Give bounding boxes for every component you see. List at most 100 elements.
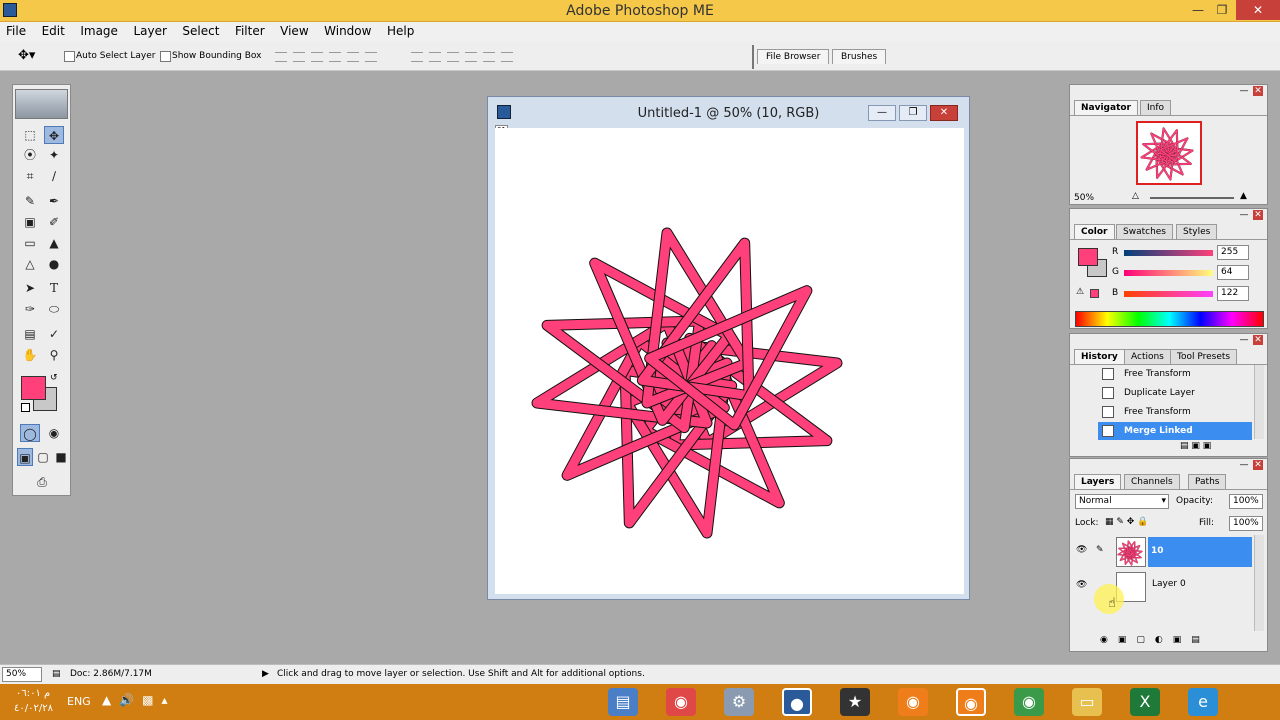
menu-select[interactable]: Select xyxy=(176,22,225,41)
doc-size-icon[interactable]: ▤ xyxy=(52,669,61,679)
foreground-color-swatch[interactable] xyxy=(21,376,46,400)
marquee-tool-icon[interactable]: ⬚ xyxy=(20,126,40,144)
history-item-selected[interactable]: Merge Linked xyxy=(1098,422,1252,440)
tab-styles[interactable]: Styles xyxy=(1176,224,1218,239)
menu-edit[interactable]: Edit xyxy=(36,22,71,41)
g-value[interactable]: 64 xyxy=(1217,265,1249,280)
hand-tool-icon[interactable]: ✋ xyxy=(20,346,40,364)
tab-color[interactable]: Color xyxy=(1074,224,1115,239)
default-colors-icon[interactable] xyxy=(21,403,30,412)
history-item[interactable]: Free Transform xyxy=(1072,365,1252,383)
zoom-tool-icon[interactable]: ⚲ xyxy=(44,346,64,364)
dodge-tool-icon[interactable]: ● xyxy=(44,255,64,273)
eye-icon[interactable]: 👁 xyxy=(1076,580,1087,590)
menu-help[interactable]: Help xyxy=(381,22,420,41)
chrome-icon[interactable]: ◉ xyxy=(1014,688,1044,716)
warning-icon[interactable]: ⚠ xyxy=(1076,287,1084,297)
tab-channels[interactable]: Channels xyxy=(1124,474,1180,489)
language-indicator[interactable]: ENG xyxy=(67,695,91,708)
move-tool-icon[interactable]: ✥ xyxy=(44,126,64,144)
color-fg-swatch[interactable] xyxy=(1078,248,1098,266)
doc-minimize-button[interactable]: — xyxy=(868,105,896,121)
recorder-icon[interactable]: ◉ xyxy=(898,688,928,716)
eye-icon[interactable]: 👁 xyxy=(1076,545,1087,555)
blur-tool-icon[interactable]: △ xyxy=(20,255,40,273)
g-slider[interactable] xyxy=(1124,270,1213,276)
layers-footer-icons[interactable]: ◉▣▢◐▣▤ xyxy=(1100,635,1210,645)
jump-to-imageready-icon[interactable]: ⎙ xyxy=(23,473,61,491)
zoom-slider[interactable] xyxy=(1150,197,1234,199)
menu-view[interactable]: View xyxy=(274,22,314,41)
panel-close-icon[interactable]: ✕ xyxy=(1253,335,1263,345)
internet-explorer-icon[interactable]: e xyxy=(1188,688,1218,716)
canvas[interactable] xyxy=(495,128,964,594)
b-value[interactable]: 122 xyxy=(1217,286,1249,301)
history-item[interactable]: Free Transform xyxy=(1072,403,1252,421)
screen-mode-3-icon[interactable]: ■ xyxy=(53,448,69,466)
swap-colors-icon[interactable]: ↺ xyxy=(50,373,58,383)
b-slider[interactable] xyxy=(1124,291,1213,297)
status-zoom[interactable]: 50% xyxy=(2,667,42,682)
panel-close-icon[interactable]: ✕ xyxy=(1253,210,1263,220)
stamp-tool-icon[interactable]: ▣ xyxy=(20,213,40,231)
standard-mode-icon[interactable]: ◯ xyxy=(20,424,40,442)
bucket-tool-icon[interactable]: ▲ xyxy=(44,234,64,252)
history-item[interactable]: Duplicate Layer xyxy=(1072,384,1252,402)
lock-icons[interactable]: ▦ ✎ ✥ 🔒 xyxy=(1105,517,1148,527)
tab-paths[interactable]: Paths xyxy=(1188,474,1227,489)
app-gray-icon[interactable]: ⚙ xyxy=(724,688,754,716)
tab-actions[interactable]: Actions xyxy=(1124,349,1171,364)
panel-minimize-icon[interactable]: — xyxy=(1239,460,1249,470)
tab-history[interactable]: History xyxy=(1074,349,1125,364)
recorder-active-icon[interactable]: ◉ xyxy=(956,688,986,716)
brush-icon[interactable]: ✎ xyxy=(1096,545,1104,555)
path-select-icon[interactable]: ➤ xyxy=(20,279,40,297)
movie-maker-icon[interactable]: ★ xyxy=(840,688,870,716)
screen-mode-2-icon[interactable]: ▢ xyxy=(35,448,51,466)
status-arrow-icon[interactable]: ▶ xyxy=(262,669,269,679)
layer-row[interactable]: 👁 ✎ 10 xyxy=(1072,535,1252,569)
menu-filter[interactable]: Filter xyxy=(229,22,271,41)
panel-close-icon[interactable]: ✕ xyxy=(1253,86,1263,96)
panel-minimize-icon[interactable]: — xyxy=(1239,210,1249,220)
tab-tool-presets[interactable]: Tool Presets xyxy=(1170,349,1238,364)
tab-brushes[interactable]: Brushes xyxy=(832,49,887,64)
file-explorer-icon[interactable]: ▤ xyxy=(608,688,638,716)
r-slider[interactable] xyxy=(1124,250,1213,256)
app-red-icon[interactable]: ◉ xyxy=(666,688,696,716)
panel-close-icon[interactable]: ✕ xyxy=(1253,460,1263,470)
shape-tool-icon[interactable]: ⬭ xyxy=(44,300,64,318)
layer-name[interactable]: Layer 0 xyxy=(1152,579,1186,589)
doc-maximize-button[interactable]: ❐ xyxy=(899,105,927,121)
brush-tool-icon[interactable]: ✒ xyxy=(44,192,64,210)
navigator-zoom-value[interactable]: 50% xyxy=(1074,193,1094,203)
pen-tool-icon[interactable]: ✑ xyxy=(20,300,40,318)
healing-brush-icon[interactable]: ✎ xyxy=(20,192,40,210)
tab-info[interactable]: Info xyxy=(1140,100,1172,115)
panel-minimize-icon[interactable]: — xyxy=(1239,335,1249,345)
history-scrollbar[interactable] xyxy=(1254,365,1264,439)
fill-value[interactable]: 100% xyxy=(1229,516,1263,531)
minimize-button[interactable]: — xyxy=(1188,0,1208,20)
history-brush-icon[interactable]: ✐ xyxy=(44,213,64,231)
show-bounding-checkbox[interactable] xyxy=(160,50,171,62)
quickmask-mode-icon[interactable]: ◉ xyxy=(44,424,64,442)
move-tool-icon[interactable]: ✥▾ xyxy=(18,47,50,65)
tab-file-browser[interactable]: File Browser xyxy=(757,49,830,64)
tray-icons[interactable]: ▲🔊▩▴ xyxy=(102,693,176,707)
zoom-in-icon[interactable]: ▲ xyxy=(1240,191,1247,201)
menu-image[interactable]: Image xyxy=(74,22,124,41)
r-value[interactable]: 255 xyxy=(1217,245,1249,260)
notes-tool-icon[interactable]: ▤ xyxy=(20,325,40,343)
adobe-online-icon[interactable] xyxy=(15,89,68,119)
menu-window[interactable]: Window xyxy=(318,22,377,41)
type-tool-icon[interactable]: T xyxy=(44,279,64,297)
screen-mode-1-icon[interactable]: ▣ xyxy=(17,448,33,466)
menu-layer[interactable]: Layer xyxy=(127,22,172,41)
tab-swatches[interactable]: Swatches xyxy=(1116,224,1173,239)
crop-tool-icon[interactable]: ⌗ xyxy=(20,167,40,185)
tab-layers[interactable]: Layers xyxy=(1074,474,1122,489)
navigator-thumbnail[interactable] xyxy=(1136,121,1202,185)
photoshop-taskbar-icon[interactable]: ● xyxy=(782,688,812,716)
menu-file[interactable]: File xyxy=(0,22,32,41)
